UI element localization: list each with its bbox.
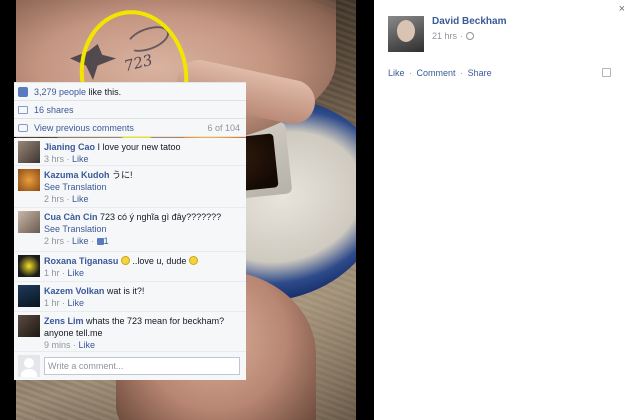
commenter-name[interactable]: Kazuma Kudoh [44, 170, 110, 180]
smiley-icon [120, 256, 130, 265]
comment-like-button[interactable]: Like [79, 340, 96, 350]
write-comment-input[interactable] [44, 357, 240, 375]
commenter-name[interactable]: Cua Càn Cin [44, 212, 98, 222]
comment-like-button[interactable]: Like [72, 194, 89, 204]
comment-like-count[interactable]: 1 [104, 236, 109, 246]
separator: · [460, 31, 464, 41]
author-name[interactable]: David Beckham [432, 16, 506, 27]
view-previous-row: View previous comments 6 of 104 [14, 119, 246, 137]
view-previous-comments-link[interactable]: View previous comments [34, 123, 134, 133]
comment-time[interactable]: 9 mins [44, 340, 71, 350]
comment-composer [14, 352, 246, 380]
author-avatar[interactable] [388, 16, 424, 52]
comment: Cua Càn Cin 723 có ý nghĩa gì đây???????… [14, 208, 246, 252]
comment-like-button[interactable]: Like [68, 298, 85, 308]
likes-row: 3,279 people like this. [14, 83, 246, 101]
commenter-avatar[interactable] [18, 169, 40, 191]
comment-count: 6 of 104 [207, 122, 240, 133]
thumb-icon [96, 238, 104, 245]
separator: · [62, 268, 66, 278]
comment-text: うに! [109, 170, 133, 180]
comment: Zens Lim whats the 723 mean for beckham?… [14, 312, 246, 352]
commenter-name[interactable]: Roxana Tiganasu [44, 256, 118, 266]
commenter-name[interactable]: Zens Lim [44, 316, 84, 326]
likes-suffix: like this. [86, 86, 122, 97]
comment-time[interactable]: 1 hr [44, 298, 60, 308]
separator: · [66, 194, 70, 204]
likes-count-link[interactable]: 3,279 people [34, 87, 86, 97]
separator: · [409, 68, 413, 78]
close-icon[interactable]: × [619, 3, 625, 15]
commenter-name[interactable]: Jianing Cao [44, 142, 95, 152]
separator: · [73, 340, 77, 350]
comment-text: 723 có ý nghĩa gì đây??????? [97, 212, 222, 222]
separator: · [91, 236, 95, 246]
ufi-summary: 3,279 people like this. 16 shares View p… [14, 82, 246, 137]
share-icon [18, 105, 28, 114]
see-translation-link[interactable]: See Translation [44, 223, 221, 235]
comment-text: I love your new tatoo [95, 142, 181, 152]
comment-like-button[interactable]: Like [68, 268, 85, 278]
share-button[interactable]: Share [468, 68, 492, 78]
post-sidebar: × David Beckham 21 hrs · Like · Comment … [374, 0, 630, 420]
commenter-avatar[interactable] [18, 315, 40, 337]
comment: Roxana Tiganasu ..love u, dude 1 hr · Li… [14, 252, 246, 282]
comment-time[interactable]: 3 hrs [44, 154, 64, 164]
commenter-avatar[interactable] [18, 141, 40, 163]
comment: Kazuma Kudoh うに! See Translation 2 hrs ·… [14, 166, 246, 208]
separator: · [460, 68, 464, 78]
commenter-avatar[interactable] [18, 211, 40, 233]
comment-like-button[interactable]: Like [72, 236, 89, 246]
commenter-avatar[interactable] [18, 285, 40, 307]
timestamp-text[interactable]: 21 hrs [432, 31, 457, 41]
comment-button[interactable]: Comment [417, 68, 456, 78]
comment-icon [18, 123, 28, 132]
shares-row: 16 shares [14, 101, 246, 119]
comment: Kazem Volkan wat is it?! 1 hr · Like [14, 282, 246, 312]
separator: · [66, 236, 70, 246]
comment-text: wat is it?! [104, 286, 145, 296]
comment-time[interactable]: 1 hr [44, 268, 60, 278]
see-translation-link[interactable]: See Translation [44, 181, 133, 193]
like-icon [18, 86, 28, 97]
post-timestamp: 21 hrs · [432, 31, 506, 41]
post-author: David Beckham 21 hrs · [388, 16, 506, 52]
smiley-icon [188, 256, 198, 265]
separator: · [62, 298, 66, 308]
comment: Jianing Cao I love your new tatoo 3 hrs … [14, 138, 246, 166]
post-actions: Like · Comment · Share [388, 68, 492, 78]
comment-time[interactable]: 2 hrs [44, 194, 64, 204]
default-avatar-icon [18, 355, 40, 377]
tag-icon[interactable] [602, 68, 611, 77]
commenter-name[interactable]: Kazem Volkan [44, 286, 104, 296]
globe-icon [466, 32, 475, 40]
commenter-avatar[interactable] [18, 255, 40, 277]
comment-time[interactable]: 2 hrs [44, 236, 64, 246]
comment-like-button[interactable]: Like [72, 154, 89, 164]
shares-link[interactable]: 16 shares [34, 105, 74, 115]
like-button[interactable]: Like [388, 68, 405, 78]
separator: · [66, 154, 70, 164]
comment-text: ..love u, dude [129, 256, 189, 266]
